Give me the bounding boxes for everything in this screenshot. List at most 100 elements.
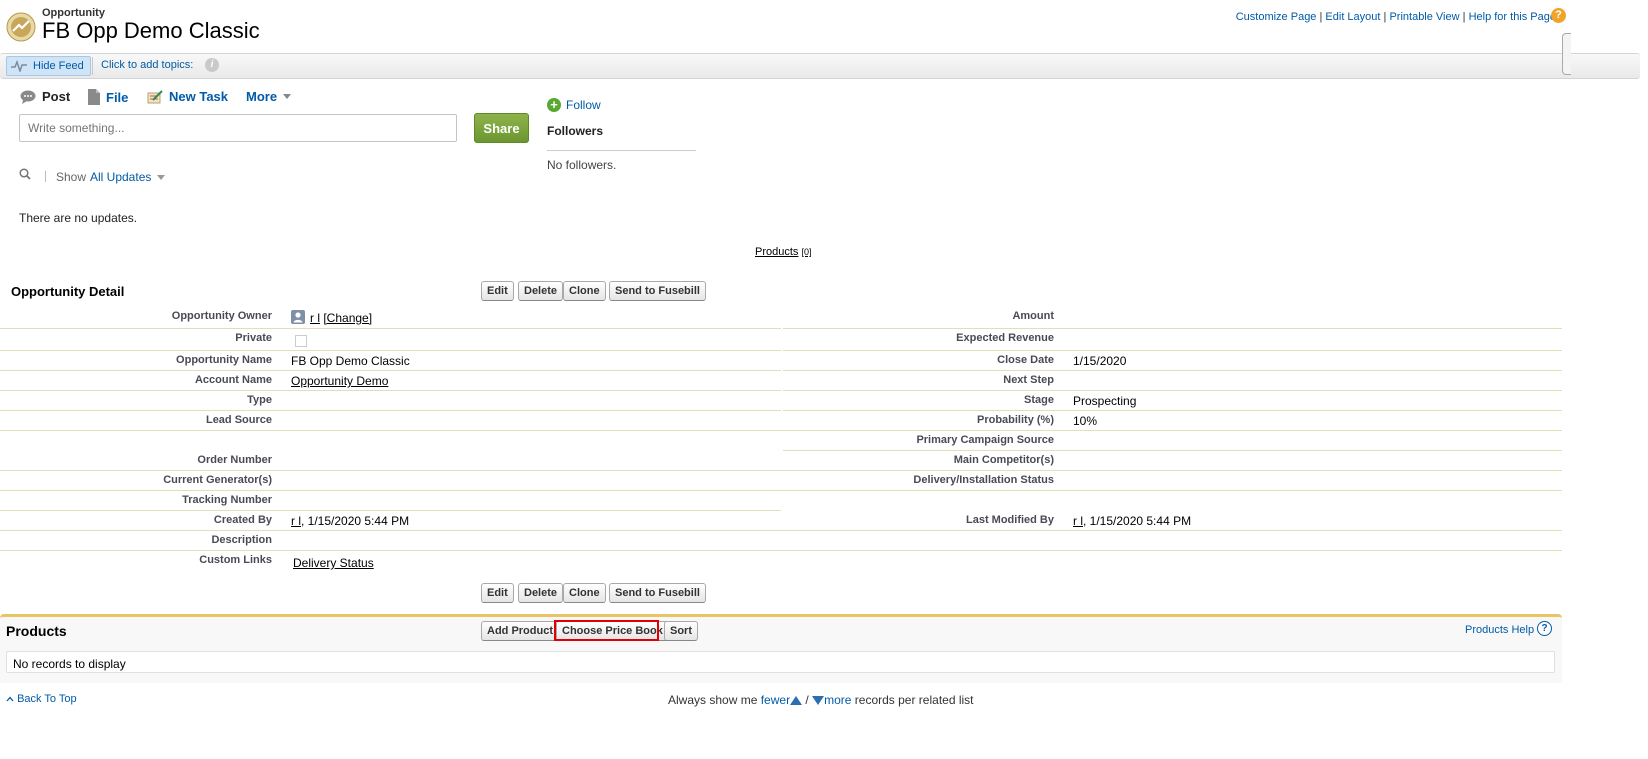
back-to-top-link[interactable]: Back To Top <box>6 693 77 705</box>
delete-button[interactable]: Delete <box>518 281 564 301</box>
help-icon[interactable]: ? <box>1537 621 1552 636</box>
row-divider <box>0 370 781 371</box>
customize-page-link[interactable]: Customize Page <box>1236 11 1317 23</box>
tab-post[interactable]: Post <box>20 89 70 104</box>
products-help-link[interactable]: Products Help <box>1465 624 1534 636</box>
opportunity-name-value: FB Opp Demo Classic <box>291 354 410 368</box>
arrow-down-icon[interactable] <box>812 696 825 705</box>
delivery-status-link[interactable]: Delivery Status <box>293 556 374 570</box>
row-divider <box>0 430 1562 431</box>
info-icon[interactable]: i <box>205 58 219 72</box>
tab-post-label: Post <box>42 89 71 104</box>
private-checkbox <box>295 335 307 347</box>
file-icon <box>88 89 100 105</box>
task-icon <box>147 89 163 103</box>
opportunity-icon <box>6 12 36 42</box>
edit-layout-link[interactable]: Edit Layout <box>1325 11 1380 23</box>
row-divider <box>0 328 781 329</box>
field-label: Type <box>247 394 272 406</box>
post-input[interactable] <box>19 114 457 142</box>
stage-value: Prospecting <box>1073 394 1137 408</box>
created-by-link[interactable]: r l <box>291 514 301 528</box>
clone-button[interactable]: Clone <box>563 281 606 301</box>
show-label: Show <box>56 170 87 184</box>
last-modified-value: r l, 1/15/2020 5:44 PM <box>1073 514 1191 528</box>
toolbar-divider <box>92 57 93 75</box>
chevron-up-icon <box>6 696 14 702</box>
field-label: Opportunity Name <box>176 354 272 366</box>
field-label: Probability (%) <box>976 414 1054 426</box>
chevron-down-icon[interactable] <box>157 175 165 180</box>
row-divider <box>0 410 781 411</box>
field-label: Expected Revenue <box>956 332 1054 344</box>
help-page-link[interactable]: Help for this Page <box>1469 11 1556 23</box>
owner-link[interactable]: r l <box>310 311 320 325</box>
tab-file[interactable]: File <box>88 89 128 105</box>
created-date: , 1/15/2020 5:44 PM <box>301 514 410 528</box>
followers-heading: Followers <box>547 124 604 138</box>
row-divider <box>0 350 781 351</box>
clone-button-bottom[interactable]: Clone <box>563 583 606 603</box>
speech-bubble-icon <box>20 90 36 104</box>
probability-value: 10% <box>1073 414 1098 428</box>
link-separator: | <box>1383 11 1387 23</box>
products-section-title: Products <box>6 623 67 639</box>
field-label: Delivery/Installation Status <box>913 474 1054 486</box>
feed-toolbar: Hide Feed Click to add topics: i <box>0 53 1640 79</box>
field-label: Next Step <box>1003 374 1054 386</box>
field-label: Lead Source <box>205 414 272 426</box>
link-separator: | <box>1319 11 1323 23</box>
row-divider <box>0 390 781 391</box>
tab-file-label: File <box>106 89 129 105</box>
highlight-box <box>554 620 659 641</box>
sort-button[interactable]: Sort <box>664 621 698 641</box>
avatar <box>291 310 305 324</box>
account-name-link[interactable]: Opportunity Demo <box>291 374 388 388</box>
tab-new-task[interactable]: New Task <box>147 89 228 104</box>
sidebar-handle[interactable] <box>1562 33 1571 75</box>
fewer-link[interactable]: fewer <box>761 693 790 707</box>
field-label: Amount <box>1012 310 1054 322</box>
row-divider <box>783 328 1562 329</box>
feed-filter-dropdown[interactable]: All Updates <box>90 170 151 184</box>
edit-button[interactable]: Edit <box>481 281 514 301</box>
page-links: Customize Page | Edit Layout | Printable… <box>1236 11 1556 23</box>
help-icon[interactable]: ? <box>1551 8 1566 23</box>
plus-icon[interactable]: + <box>547 98 561 112</box>
row-divider <box>0 510 781 511</box>
divider <box>547 150 696 151</box>
arrow-up-icon[interactable] <box>790 696 803 705</box>
field-label: Description <box>211 534 272 546</box>
share-button[interactable]: Share <box>474 113 529 143</box>
hide-feed-button[interactable]: Hide Feed <box>6 56 91 76</box>
printable-view-link[interactable]: Printable View <box>1389 11 1459 23</box>
send-to-fusebill-button[interactable]: Send to Fusebill <box>609 281 706 301</box>
field-label: Primary Campaign Source <box>916 434 1054 446</box>
products-hover-link[interactable]: Products [0] <box>755 246 812 258</box>
filter-divider <box>45 171 46 182</box>
products-count: [0] <box>801 247 812 257</box>
detail-section-title: Opportunity Detail <box>11 284 125 299</box>
row-divider <box>783 410 1562 411</box>
add-topics-link[interactable]: Click to add topics: <box>101 59 193 71</box>
change-owner-link[interactable]: [Change] <box>323 311 372 325</box>
always-suffix: records per related list <box>854 693 974 707</box>
follow-link[interactable]: Follow <box>566 98 601 112</box>
send-to-fusebill-button-bottom[interactable]: Send to Fusebill <box>609 583 706 603</box>
add-product-button[interactable]: Add Product <box>481 621 559 641</box>
field-label: Order Number <box>197 454 272 466</box>
row-divider <box>783 350 1562 351</box>
tab-more[interactable]: More <box>246 89 292 104</box>
tab-new-task-label: New Task <box>169 89 229 104</box>
followers-empty-message: No followers. <box>547 158 617 172</box>
last-modified-link[interactable]: r l <box>1073 514 1083 528</box>
search-icon[interactable] <box>19 168 31 183</box>
more-link[interactable]: more <box>824 693 851 707</box>
row-divider <box>0 470 1562 471</box>
delete-button-bottom[interactable]: Delete <box>518 583 564 603</box>
pulse-icon <box>11 60 27 72</box>
edit-button-bottom[interactable]: Edit <box>481 583 514 603</box>
field-label: Main Competitor(s) <box>953 454 1054 466</box>
close-date-value: 1/15/2020 <box>1073 354 1127 368</box>
page-title: FB Opp Demo Classic <box>42 18 260 43</box>
